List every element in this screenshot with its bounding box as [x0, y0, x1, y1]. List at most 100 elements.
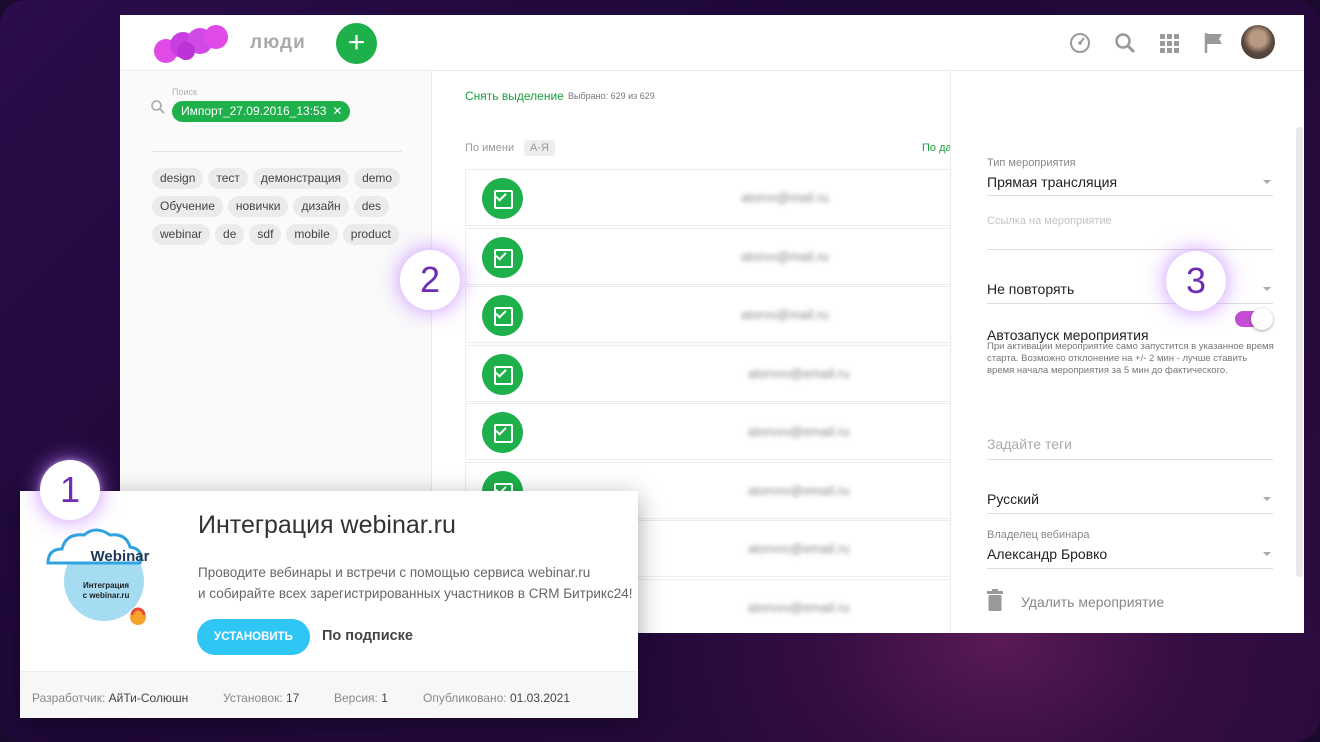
chevron-down-icon[interactable] — [1263, 497, 1271, 501]
chevron-down-icon[interactable] — [1263, 287, 1271, 291]
app-description-line-1: Проводите вебинары и встречи с помощью с… — [198, 565, 591, 580]
step-badge-3: 3 — [1166, 251, 1226, 311]
checkbox-checked-icon[interactable] — [482, 353, 523, 395]
event-type-select[interactable]: Прямая трансляция — [987, 174, 1117, 190]
contact-email: atorvvv@email.ru — [748, 424, 850, 439]
contact-email: atorvvv@email.ru — [748, 365, 850, 381]
tag-chip[interactable]: mobile — [286, 224, 338, 245]
field-underline — [987, 195, 1273, 196]
published-value: 01.03.2021 — [509, 691, 571, 705]
app-card: Webinar Интеграция с webinar.ru Интеграц… — [20, 491, 638, 718]
tag-chip[interactable]: des — [353, 196, 390, 217]
event-type-label: Тип мероприятия — [987, 157, 1076, 169]
step-badge-2: 2 — [400, 250, 460, 310]
contact-email: atorvv@mail.ru — [741, 307, 829, 322]
tag-chip[interactable]: webinar — [152, 224, 211, 245]
tag-chip[interactable]: de — [215, 224, 245, 245]
apps-grid-icon[interactable] — [1157, 31, 1181, 55]
close-icon[interactable]: ✕ — [332, 101, 342, 122]
tag-chip[interactable]: demo — [354, 168, 401, 189]
tag-chip[interactable]: новички — [227, 196, 289, 217]
user-avatar[interactable] — [1241, 25, 1275, 59]
language-select[interactable]: Русский — [987, 491, 1039, 507]
search-icon — [151, 100, 165, 114]
list-item[interactable]: atorvvv@email.ru — [465, 344, 965, 402]
field-underline — [987, 249, 1273, 250]
tag-chip[interactable]: sdf — [249, 224, 282, 245]
tag-chip[interactable]: демонстрация — [252, 168, 350, 189]
sort-order-badge[interactable]: А-Я — [524, 140, 555, 156]
flag-icon[interactable] — [1202, 31, 1226, 55]
active-filter-chip[interactable]: Импорт_27.09.2016_13:53 ✕ — [172, 101, 351, 122]
installs-meta: Установок: 17 — [223, 691, 299, 705]
add-button[interactable]: + — [336, 23, 377, 64]
list-item[interactable]: atorvvv@email.ru — [465, 403, 965, 460]
app-title: Интеграция webinar.ru — [198, 511, 456, 539]
trash-icon[interactable] — [987, 589, 1003, 611]
installs-value: 17 — [286, 691, 300, 705]
brand-logo[interactable] — [150, 21, 236, 65]
scrollbar[interactable] — [1296, 127, 1303, 577]
chevron-down-icon[interactable] — [1263, 180, 1271, 184]
dashboard-icon[interactable] — [1068, 31, 1092, 55]
active-filter-text: Импорт_27.09.2016_13:53 — [181, 104, 327, 118]
list-item[interactable]: atorvv@mail.ru — [465, 169, 965, 226]
version-value: 1 — [381, 691, 388, 705]
selected-count: Выбрано: 629 из 629 — [568, 91, 655, 101]
sort-by-name[interactable]: По имени — [465, 142, 514, 154]
published-label: Опубликовано: — [423, 691, 507, 705]
tags-input[interactable]: Задайте теги — [987, 436, 1072, 452]
app-description-line-2: и собирайте всех зарегистрированных учас… — [198, 586, 633, 601]
webinar-app-icon: Webinar Интеграция с webinar.ru — [46, 528, 150, 627]
subscription-label: По подписке — [322, 628, 413, 644]
delete-event-button[interactable]: Удалить мероприятие — [1021, 594, 1164, 610]
search-label: Поиск — [172, 87, 197, 97]
checkbox-checked-icon[interactable] — [482, 236, 523, 278]
checkbox-checked-icon[interactable] — [482, 295, 523, 336]
autostart-toggle[interactable] — [1235, 308, 1273, 330]
icon-caption-2: с webinar.ru — [83, 591, 130, 600]
version-meta: Версия: 1 — [334, 691, 388, 705]
step-badge-1: 1 — [40, 460, 100, 520]
developer-meta: Разработчик: АйТи-Солюшн — [32, 691, 188, 705]
sort-by-date[interactable]: По да — [922, 142, 952, 154]
contact-email: atorvvv@email.ru — [748, 482, 850, 498]
tag-chip[interactable]: тест — [208, 168, 248, 189]
version-label: Версия: — [334, 691, 378, 705]
tag-chip[interactable]: product — [342, 224, 399, 245]
field-underline — [987, 303, 1273, 304]
contact-email: atorvvv@email.ru — [748, 541, 850, 556]
tag-chip[interactable]: design — [152, 168, 204, 189]
background: люди + Поиск Импорт_27.09.2016_13:53 ✕ d… — [0, 0, 1320, 742]
toggle-knob[interactable] — [1251, 308, 1273, 330]
autostart-help: При активации мероприятие само запуститс… — [987, 341, 1274, 376]
contact-email: atorvvv@email.ru — [748, 599, 850, 615]
tag-cloud: design тест демонстрация demo Обучение новичк… — [152, 151, 402, 245]
checkbox-checked-icon[interactable] — [482, 412, 523, 453]
field-underline — [987, 568, 1273, 569]
field-underline — [987, 459, 1273, 460]
app-description: Проводите вебинары и встречи с помощью с… — [198, 562, 632, 604]
published-meta: Опубликовано: 01.03.2021 — [423, 691, 570, 705]
tag-chip[interactable]: Обучение — [152, 196, 223, 217]
owner-select[interactable]: Александр Бровко — [987, 546, 1107, 562]
installs-label: Установок: — [223, 691, 283, 705]
list-item[interactable]: atorvv@mail.ru — [465, 227, 965, 285]
checkbox-checked-icon[interactable] — [482, 178, 523, 219]
deselect-link[interactable]: Снять выделение — [465, 89, 564, 103]
tag-chip[interactable]: дизайн — [293, 196, 349, 217]
developer-link[interactable]: АйТи-Солюшн — [109, 691, 189, 705]
list-item[interactable]: atorvv@mail.ru — [465, 286, 965, 343]
app-meta: Разработчик: АйТи-Солюшн Установок: 17 В… — [20, 671, 638, 718]
chevron-down-icon[interactable] — [1263, 552, 1271, 556]
icon-word: Webinar — [91, 548, 150, 565]
install-button[interactable]: УСТАНОВИТЬ — [197, 619, 310, 655]
event-link-input[interactable]: Ссылка на мероприятие — [987, 215, 1112, 227]
event-form: Тип мероприятия Прямая трансляция Ссылка… — [950, 71, 1304, 633]
search-icon[interactable] — [1113, 31, 1137, 55]
repeat-select[interactable]: Не повторять — [987, 281, 1074, 297]
developer-label: Разработчик: — [32, 691, 106, 705]
contact-email: atorvv@mail.ru — [741, 190, 829, 205]
field-underline — [987, 513, 1273, 514]
top-bar: люди + — [120, 15, 1304, 71]
